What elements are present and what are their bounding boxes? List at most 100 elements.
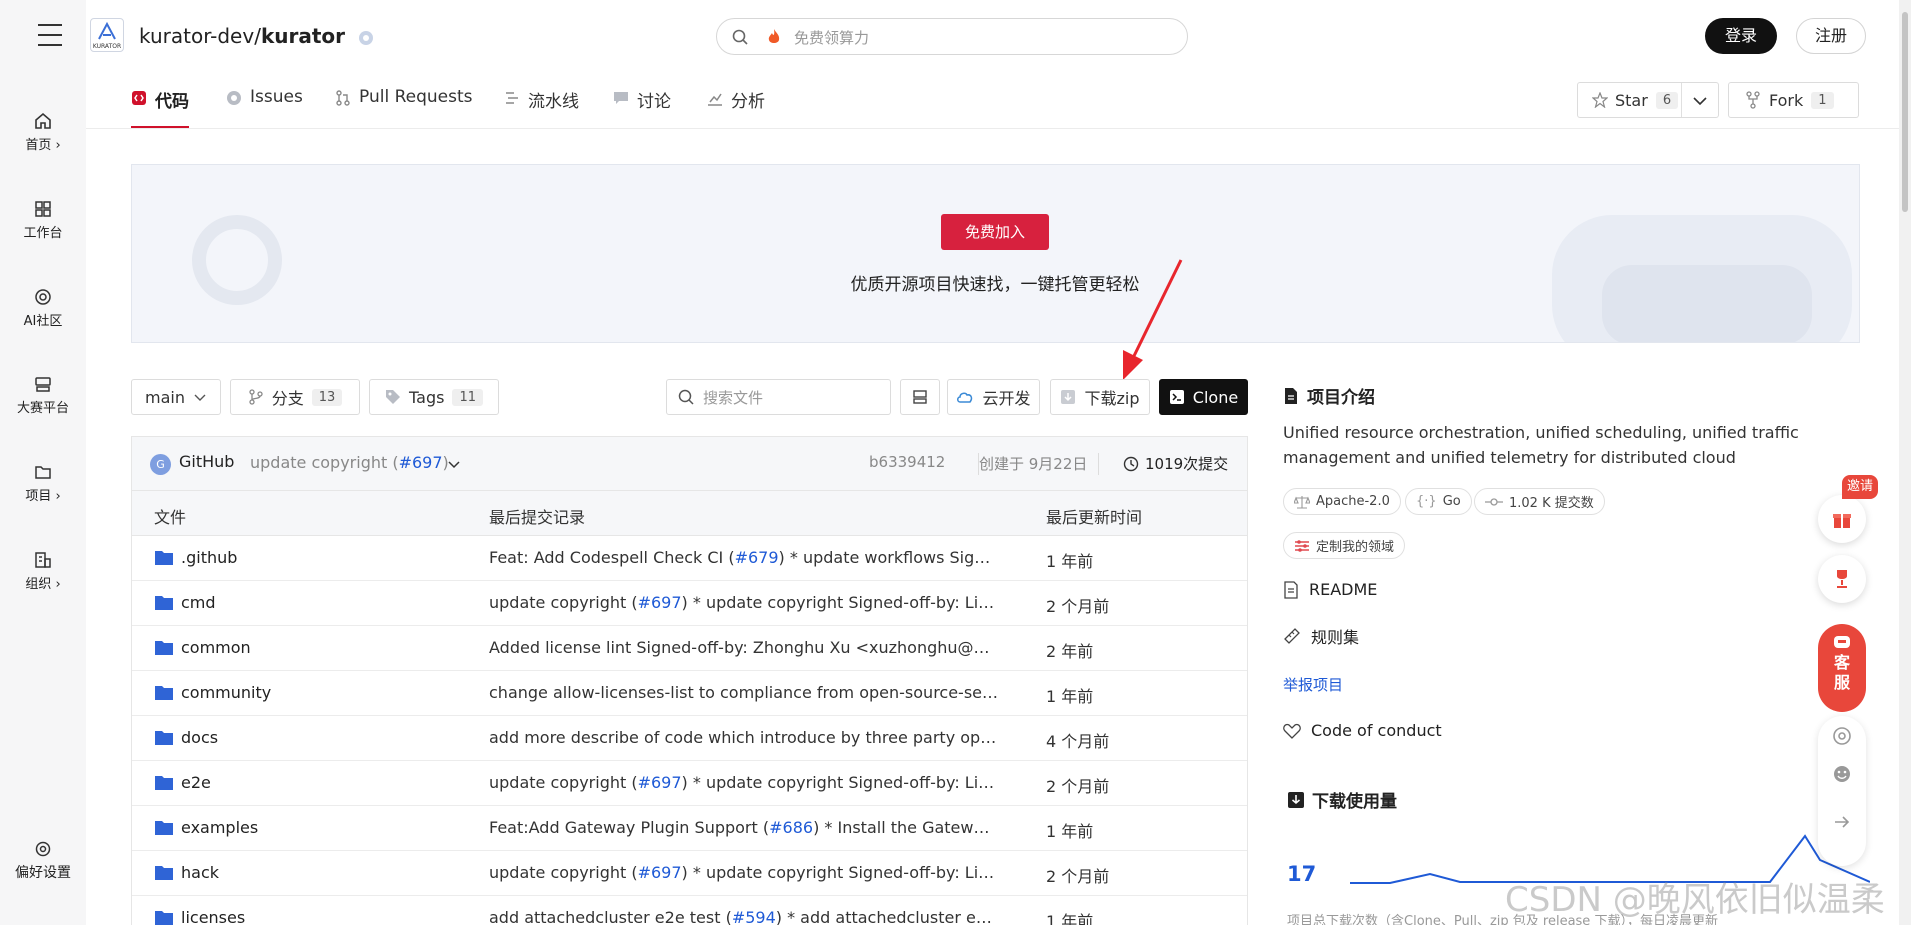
file-name[interactable]: community (181, 683, 271, 702)
repo-owner[interactable]: kurator-dev/ (139, 24, 261, 48)
readme-link[interactable]: README (1283, 580, 1377, 599)
table-row[interactable]: .github Feat: Add Codespell Check CI (#67… (132, 536, 1247, 581)
file-name[interactable]: cmd (181, 593, 216, 612)
fork-button[interactable]: Fork 1 (1728, 82, 1859, 118)
smile-icon[interactable] (1832, 764, 1852, 784)
scrollbar-thumb[interactable] (1902, 12, 1908, 212)
commit-message[interactable]: Feat: Add Codespell Check CI (#679) * up… (489, 548, 999, 567)
tab-code[interactable]: 代码 (131, 87, 189, 129)
repo-name[interactable]: kurator (261, 24, 345, 48)
file-name[interactable]: hack (181, 863, 219, 882)
table-row[interactable]: licenses add attachedcluster e2e test (#5… (132, 896, 1247, 925)
global-search[interactable]: 免费领算力 (716, 18, 1188, 55)
tags-button[interactable]: Tags 11 (369, 379, 499, 415)
table-row[interactable]: community change allow-licenses-list to c… (132, 671, 1247, 716)
chevron-down-icon[interactable] (1692, 94, 1708, 108)
ide-button[interactable] (900, 379, 940, 415)
tab-pull-requests[interactable]: Pull Requests (335, 87, 473, 129)
tab-issues[interactable]: Issues (226, 87, 303, 129)
tab-label: 讨论 (637, 92, 671, 112)
cloud-icon (957, 392, 973, 403)
commit-link[interactable]: #697 (399, 453, 443, 472)
sidebar-item-ai[interactable]: AI社区 (0, 288, 86, 329)
commit-message[interactable]: update copyright (#697) * update copyrig… (489, 593, 999, 612)
invite-badge[interactable]: 邀请 (1842, 475, 1878, 499)
repo-title[interactable]: kurator-dev/kurator (139, 24, 375, 48)
language-tag[interactable]: {·} Go (1405, 488, 1472, 515)
commit-link[interactable]: #697 (638, 773, 682, 792)
table-row[interactable]: cmd update copyright (#697) * update copy… (132, 581, 1247, 626)
annotation-arrow-icon (1123, 259, 1183, 380)
login-button[interactable]: 登录 (1705, 18, 1777, 54)
sidebar-item-projects[interactable]: 项目 › (0, 463, 86, 504)
commit-link[interactable]: #686 (769, 818, 813, 837)
sidebar-item-org[interactable]: 组织 › (0, 551, 86, 592)
commit-hash[interactable]: b6339412 (869, 453, 945, 471)
chat-icon (614, 92, 628, 104)
file-search-input[interactable]: 搜索文件 (666, 379, 891, 415)
folder-icon (155, 776, 173, 790)
file-name[interactable]: docs (181, 728, 218, 747)
star-button[interactable]: Star 6 (1577, 82, 1719, 118)
commit-link[interactable]: #594 (732, 908, 776, 925)
settings-button[interactable]: 偏好设置 (0, 840, 86, 882)
table-row[interactable]: hack update copyright (#697) * update cop… (132, 851, 1247, 896)
table-row[interactable]: docs add more describe of code which intr… (132, 716, 1247, 761)
gift-button[interactable] (1818, 495, 1866, 543)
file-name[interactable]: examples (181, 818, 258, 837)
commit-message[interactable]: Feat:Add Gateway Plugin Support (#686) *… (489, 818, 999, 837)
sidebar-item-contest[interactable]: 大赛平台 (0, 375, 86, 416)
table-row[interactable]: common Added license lint Signed-off-by: … (132, 626, 1247, 671)
commit-message[interactable]: update copyright (#697) * update copyrig… (489, 773, 999, 792)
sidebar-item-home[interactable]: 首页 › (0, 112, 86, 153)
file-name[interactable]: .github (181, 548, 237, 567)
license-tag[interactable]: Apache-2.0 (1283, 488, 1401, 515)
tab-label: 分析 (731, 92, 765, 112)
tab-pipeline[interactable]: 流水线 (504, 87, 579, 129)
sidebar-item-label: 大赛平台 (16, 401, 69, 416)
clone-button[interactable]: Clone (1159, 379, 1248, 415)
tab-analytics[interactable]: 分析 (707, 87, 765, 129)
swirl-icon[interactable] (1832, 726, 1852, 746)
commit-author[interactable]: GitHub (179, 452, 234, 471)
arrow-right-icon[interactable] (1832, 812, 1852, 832)
code-of-conduct-link[interactable]: Code of conduct (1283, 721, 1442, 740)
file-name[interactable]: licenses (181, 908, 245, 925)
sidebar-item-workbench[interactable]: 工作台 (0, 200, 86, 241)
branches-button[interactable]: 分支 13 (230, 379, 360, 415)
download-zip-button[interactable]: 下载zip (1050, 379, 1150, 415)
table-row[interactable]: e2e update copyright (#697) * update copy… (132, 761, 1247, 806)
file-name[interactable]: common (181, 638, 251, 657)
cloud-dev-button[interactable]: 云开发 (947, 379, 1040, 415)
decor-g-icon (192, 215, 282, 305)
commit-message[interactable]: add more describe of code which introduc… (489, 728, 999, 747)
table-row[interactable]: examples Feat:Add Gateway Plugin Support … (132, 806, 1247, 851)
branch-select[interactable]: main (131, 379, 221, 415)
custom-domain-tag[interactable]: 定制我的领域 (1283, 532, 1406, 559)
commit-link[interactable]: #697 (638, 863, 682, 882)
star-count: 6 (1655, 91, 1679, 109)
rules-link[interactable]: 规则集 (1283, 624, 1359, 648)
commit-message[interactable]: add attachedcluster e2e test (#594) * ad… (489, 908, 999, 925)
join-free-button[interactable]: 免费加入 (941, 214, 1049, 250)
clock-icon (1123, 456, 1139, 472)
commit-message[interactable]: update copyright (#697) (250, 453, 449, 472)
customer-service-button[interactable]: 客服 (1818, 624, 1866, 712)
chevron-down-icon[interactable] (447, 457, 461, 471)
folder-icon (35, 466, 51, 479)
trophy-button[interactable] (1818, 555, 1866, 603)
report-link[interactable]: 举报项目 (1283, 674, 1343, 695)
commit-message[interactable]: update copyright (#697) * update copyrig… (489, 863, 999, 882)
commits-tag[interactable]: 1.02 K 提交数 (1474, 488, 1605, 515)
register-button[interactable]: 注册 (1796, 18, 1866, 54)
commit-link[interactable]: #679 (735, 548, 779, 567)
commit-count[interactable]: 1019次提交 (1145, 453, 1228, 474)
repo-logo: KURATOR (90, 18, 124, 52)
commit-link[interactable]: #697 (638, 593, 682, 612)
tab-discussions[interactable]: 讨论 (613, 87, 671, 129)
file-name[interactable]: e2e (181, 773, 211, 792)
menu-icon[interactable] (38, 24, 62, 46)
commit-message[interactable]: Added license lint Signed-off-by: Zhongh… (489, 638, 999, 657)
tab-label: Issues (250, 87, 303, 107)
commit-message[interactable]: change allow-licenses-list to compliance… (489, 683, 999, 702)
